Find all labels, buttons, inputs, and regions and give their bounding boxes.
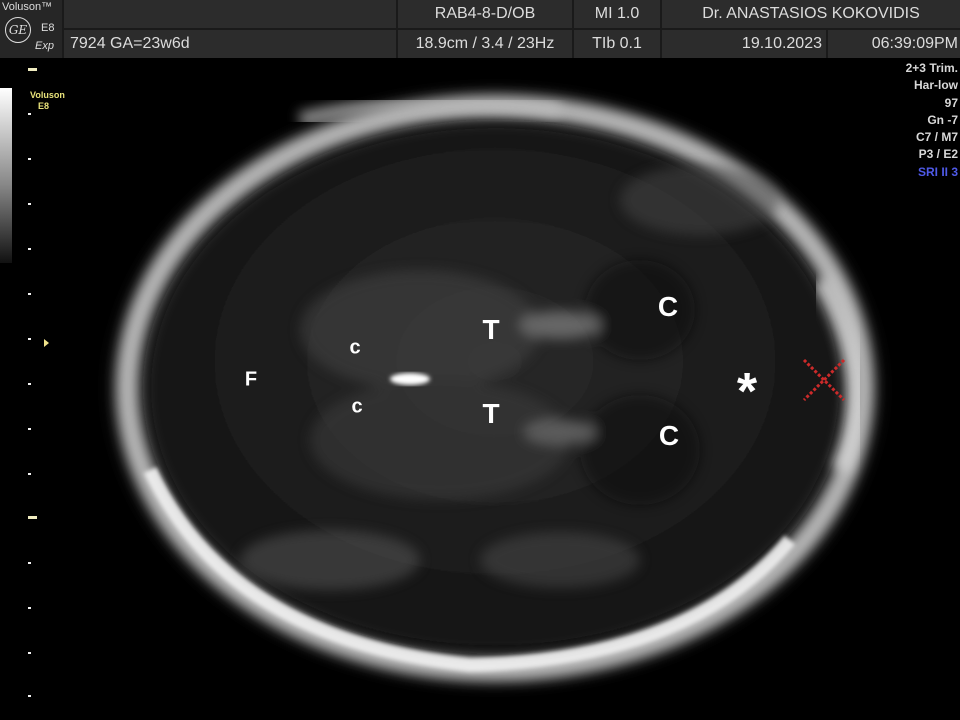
depth-tick	[28, 473, 31, 475]
depth-tick	[28, 158, 31, 160]
label-thalamus-lower: T	[482, 398, 500, 429]
setting-gain: Gn -7	[927, 112, 958, 127]
exam-date: 19.10.2023	[662, 30, 826, 58]
depth-tick	[28, 203, 31, 205]
depth-tick	[28, 113, 31, 115]
header-blank-cell	[64, 0, 396, 28]
depth-tick	[28, 68, 37, 71]
label-c-lower: c	[351, 395, 363, 418]
setting-harmonic: Har-low	[913, 78, 958, 93]
focus-arrow-icon	[44, 339, 49, 347]
label-falx: F	[244, 368, 258, 391]
setting-trimester: 2+3 Trim.	[905, 61, 958, 75]
ultrasound-image	[116, 94, 874, 681]
label-thalamus-upper: T	[482, 314, 500, 345]
depth-tick	[28, 248, 31, 250]
probe-label: RAB4-8-D/OB	[398, 0, 572, 28]
depth-tick	[28, 516, 37, 519]
depth-tick	[28, 293, 31, 295]
physician-name: Dr. ANASTASIOS KOKOVIDIS	[662, 0, 960, 28]
settings-panel: 2+3 Trim. Har-low 97 Gn -7 C7 / M7 P3 / …	[906, 60, 958, 181]
ge-logo-icon: GE	[5, 17, 31, 43]
depth-tick	[28, 338, 31, 340]
label-C-upper: C	[657, 291, 679, 322]
grayscale-bar	[0, 88, 12, 263]
model-name: E8	[41, 22, 55, 34]
depth-tick	[28, 695, 31, 697]
patient-info: 7924 GA=23w6d	[64, 30, 396, 58]
depth-tick	[28, 383, 31, 385]
edition-name: Exp	[35, 40, 54, 52]
depth-tick	[28, 607, 31, 609]
exam-time: 06:39:09PM	[828, 30, 960, 58]
side-brand-model: E8	[38, 101, 50, 111]
label-c-upper: c	[349, 336, 361, 359]
brand-name: Voluson™	[2, 1, 53, 13]
midline-bright-spot	[390, 373, 430, 385]
depth-frequency: 18.9cm / 3.4 / 23Hz	[398, 30, 572, 58]
setting-cm: C7 / M7	[915, 130, 958, 145]
label-C-lower: C	[658, 420, 680, 451]
setting-sri: SRI II 3	[917, 164, 958, 179]
brand-logo-box: Voluson™ GE E8 Exp	[0, 0, 62, 58]
side-brand: Voluson E8	[30, 90, 65, 112]
depth-tick	[28, 562, 31, 564]
setting-value: 97	[944, 95, 958, 110]
depth-tick	[28, 652, 31, 654]
header-bar: Voluson™ GE E8 Exp RAB4-8-D/OB MI 1.0 Dr…	[0, 0, 960, 58]
mi-value: MI 1.0	[574, 0, 660, 28]
label-asterisk: *	[736, 363, 758, 421]
tib-value: TIb 0.1	[574, 30, 660, 58]
side-brand-name: Voluson	[30, 90, 65, 100]
depth-tick	[28, 428, 31, 430]
setting-pe: P3 / E2	[918, 147, 958, 162]
